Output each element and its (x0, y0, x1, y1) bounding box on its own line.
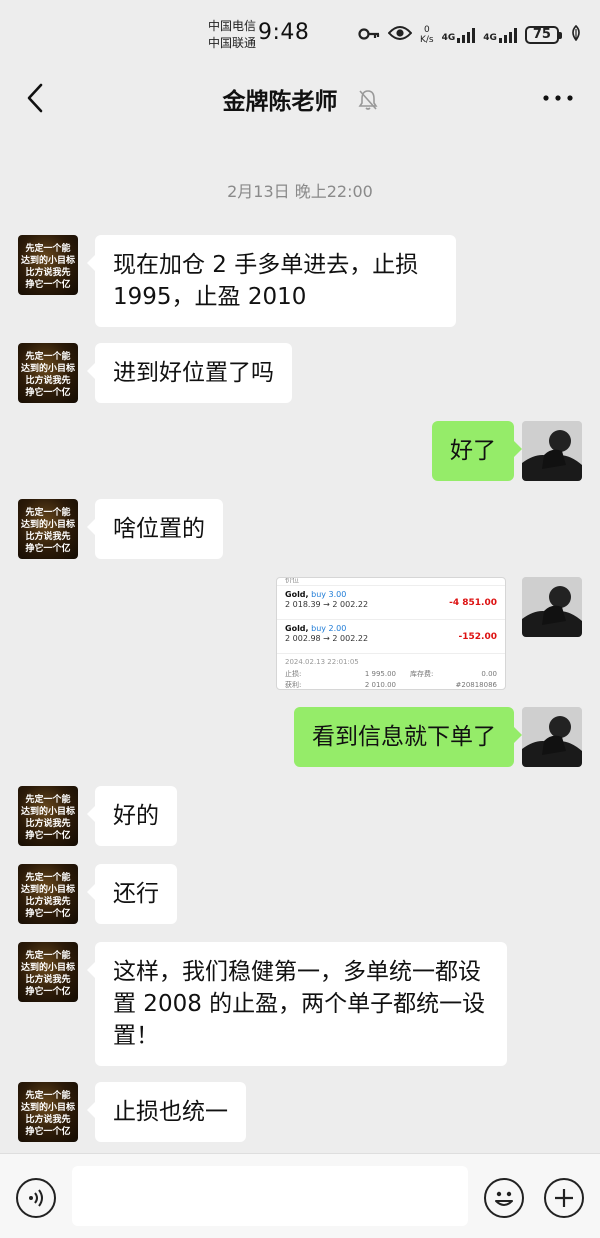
avatar-user[interactable] (522, 421, 582, 481)
message-bubble-received[interactable]: 现在加仓 2 手多单进去，止损 1995，止盈 2010 (87, 235, 456, 327)
svg-text:先定一个能: 先定一个能 (25, 1089, 70, 1101)
more-button[interactable] (540, 86, 576, 110)
net-speed: 0 K/s (420, 25, 434, 45)
svg-text:达到的小目标: 达到的小目标 (21, 254, 75, 266)
svg-text:比方说我先: 比方说我先 (25, 817, 70, 829)
key-icon (358, 26, 380, 45)
eye-icon (387, 25, 413, 45)
avatar-user[interactable] (522, 707, 582, 767)
carrier-labels: 中国电信 中国联通 (208, 18, 256, 52)
trade-detail-row: 止损: 1 995.00 库存费: 0.00 (285, 670, 497, 678)
voice-button[interactable] (16, 1178, 56, 1218)
status-icons: 0 K/s 4G 4G 75 (358, 22, 582, 48)
avatar-text: 先定一个能 达到的小目标 比方说我先 挣它一个亿 (21, 506, 75, 554)
trade-detail-row: 获利: 2 010.00 #20818086 (285, 681, 497, 689)
svg-text:比方说我先: 比方说我先 (25, 1113, 70, 1125)
svg-text:先定一个能: 先定一个能 (25, 242, 70, 254)
svg-text:挣它一个亿: 挣它一个亿 (25, 907, 70, 919)
svg-text:比方说我先: 比方说我先 (25, 374, 70, 386)
svg-text:挣它一个亿: 挣它一个亿 (25, 386, 70, 398)
trade-row: Gold, buy 3.00 2 018.39 → 2 002.22 -4 85… (277, 586, 505, 620)
message-bubble-sent[interactable]: 看到信息就下单了 (294, 707, 522, 767)
message-timestamp: 2月13日 晚上22:00 (227, 182, 373, 201)
message-bubble-received[interactable]: 止损也统一 (87, 1082, 246, 1142)
signal-icon: 4G (442, 27, 476, 43)
avatar-text: 先定一个能 达到的小目标 比方说我先 挣它一个亿 (21, 871, 75, 919)
screenshot-header: 价位 ··· (277, 578, 505, 586)
svg-text:比方说我先: 比方说我先 (25, 973, 70, 985)
plus-button[interactable] (544, 1178, 584, 1218)
chat-title: 金牌陈老师 (0, 82, 600, 117)
avatar-teacher[interactable]: 先定一个能 达到的小目标 比方说我先 挣它一个亿 (18, 786, 78, 846)
message-bubble-sent[interactable]: 好了 (432, 421, 522, 481)
svg-text:挣它一个亿: 挣它一个亿 (25, 985, 70, 997)
svg-text:先定一个能: 先定一个能 (25, 506, 70, 518)
avatar-text: 先定一个能 达到的小目标 比方说我先 挣它一个亿 (21, 1089, 75, 1137)
avatar-text: 先定一个能 达到的小目标 比方说我先 挣它一个亿 (21, 242, 75, 290)
contact-name: 金牌陈老师 (222, 89, 338, 115)
svg-text:达到的小目标: 达到的小目标 (21, 1101, 75, 1113)
voice-icon (29, 1189, 43, 1207)
avatar-teacher[interactable]: 先定一个能 达到的小目标 比方说我先 挣它一个亿 (18, 235, 78, 295)
avatar-text: 先定一个能 达到的小目标 比方说我先 挣它一个亿 (21, 350, 75, 398)
status-bar: 中国电信 中国联通 9:48 0 K/s 4G 4G 75 (0, 0, 600, 66)
svg-text:挣它一个亿: 挣它一个亿 (25, 829, 70, 841)
svg-text:比方说我先: 比方说我先 (25, 530, 70, 542)
svg-text:比方说我先: 比方说我先 (25, 266, 70, 278)
svg-text:先定一个能: 先定一个能 (25, 871, 70, 883)
emoji-icon (495, 1191, 513, 1206)
svg-text:达到的小目标: 达到的小目标 (21, 362, 75, 374)
avatar-teacher[interactable]: 先定一个能 达到的小目标 比方说我先 挣它一个亿 (18, 343, 78, 403)
message-bubble-received[interactable]: 进到好位置了吗 (87, 343, 292, 403)
avatar-teacher[interactable]: 先定一个能 达到的小目标 比方说我先 挣它一个亿 (18, 1082, 78, 1142)
trade-datetime: 2024.02.13 22:01:05 (285, 658, 359, 666)
message-bubble-received[interactable]: 啥位置的 (87, 499, 223, 559)
avatar-text: 先定一个能 达到的小目标 比方说我先 挣它一个亿 (21, 793, 75, 841)
svg-text:先定一个能: 先定一个能 (25, 793, 70, 805)
more-icon (543, 95, 573, 101)
svg-text:达到的小目标: 达到的小目标 (21, 805, 75, 817)
carrier-1: 中国电信 (208, 19, 257, 33)
mute-bell-icon (358, 89, 378, 117)
svg-text:挣它一个亿: 挣它一个亿 (25, 542, 70, 554)
chat-header: 金牌陈老师 (0, 66, 600, 130)
svg-text:比方说我先: 比方说我先 (25, 895, 70, 907)
trade-row: Gold, buy 2.00 2 002.98 → 2 002.22 -152.… (277, 620, 505, 654)
avatar-teacher[interactable]: 先定一个能 达到的小目标 比方说我先 挣它一个亿 (18, 864, 78, 924)
svg-text:达到的小目标: 达到的小目标 (21, 518, 75, 530)
svg-text:先定一个能: 先定一个能 (25, 350, 70, 362)
avatar-teacher[interactable]: 先定一个能 达到的小目标 比方说我先 挣它一个亿 (18, 499, 78, 559)
avatar-teacher[interactable]: 先定一个能 达到的小目标 比方说我先 挣它一个亿 (18, 942, 78, 1002)
svg-text:达到的小目标: 达到的小目标 (21, 961, 75, 973)
svg-text:达到的小目标: 达到的小目标 (21, 883, 75, 895)
battery-icon: 75 (524, 26, 562, 44)
message-bubble-received[interactable]: 这样，我们稳健第一，多单统一都设置 2008 的止盈，两个单子都统一设置！ (87, 942, 507, 1066)
emoji-button[interactable] (484, 1178, 524, 1218)
message-bubble-received[interactable]: 好的 (87, 786, 177, 846)
carrier-2: 中国联通 (208, 36, 257, 50)
message-bubble-received[interactable]: 还行 (87, 864, 177, 924)
leaf-icon (570, 24, 582, 45)
avatar-user[interactable] (522, 577, 582, 637)
avatar-text: 先定一个能 达到的小目标 比方说我先 挣它一个亿 (21, 949, 75, 997)
svg-text:挣它一个亿: 挣它一个亿 (25, 1125, 70, 1137)
message-input[interactable] (72, 1166, 468, 1226)
image-message-trade-screenshot[interactable]: 价位 ··· Gold, buy 3.00 2 018.39 → 2 002.2… (276, 577, 506, 690)
input-bar (0, 1153, 600, 1238)
svg-text:先定一个能: 先定一个能 (25, 949, 70, 961)
plus-icon (555, 1189, 573, 1207)
status-time: 9:48 (258, 20, 310, 45)
svg-text:挣它一个亿: 挣它一个亿 (25, 278, 70, 290)
signal-icon-2: 4G (483, 27, 517, 43)
